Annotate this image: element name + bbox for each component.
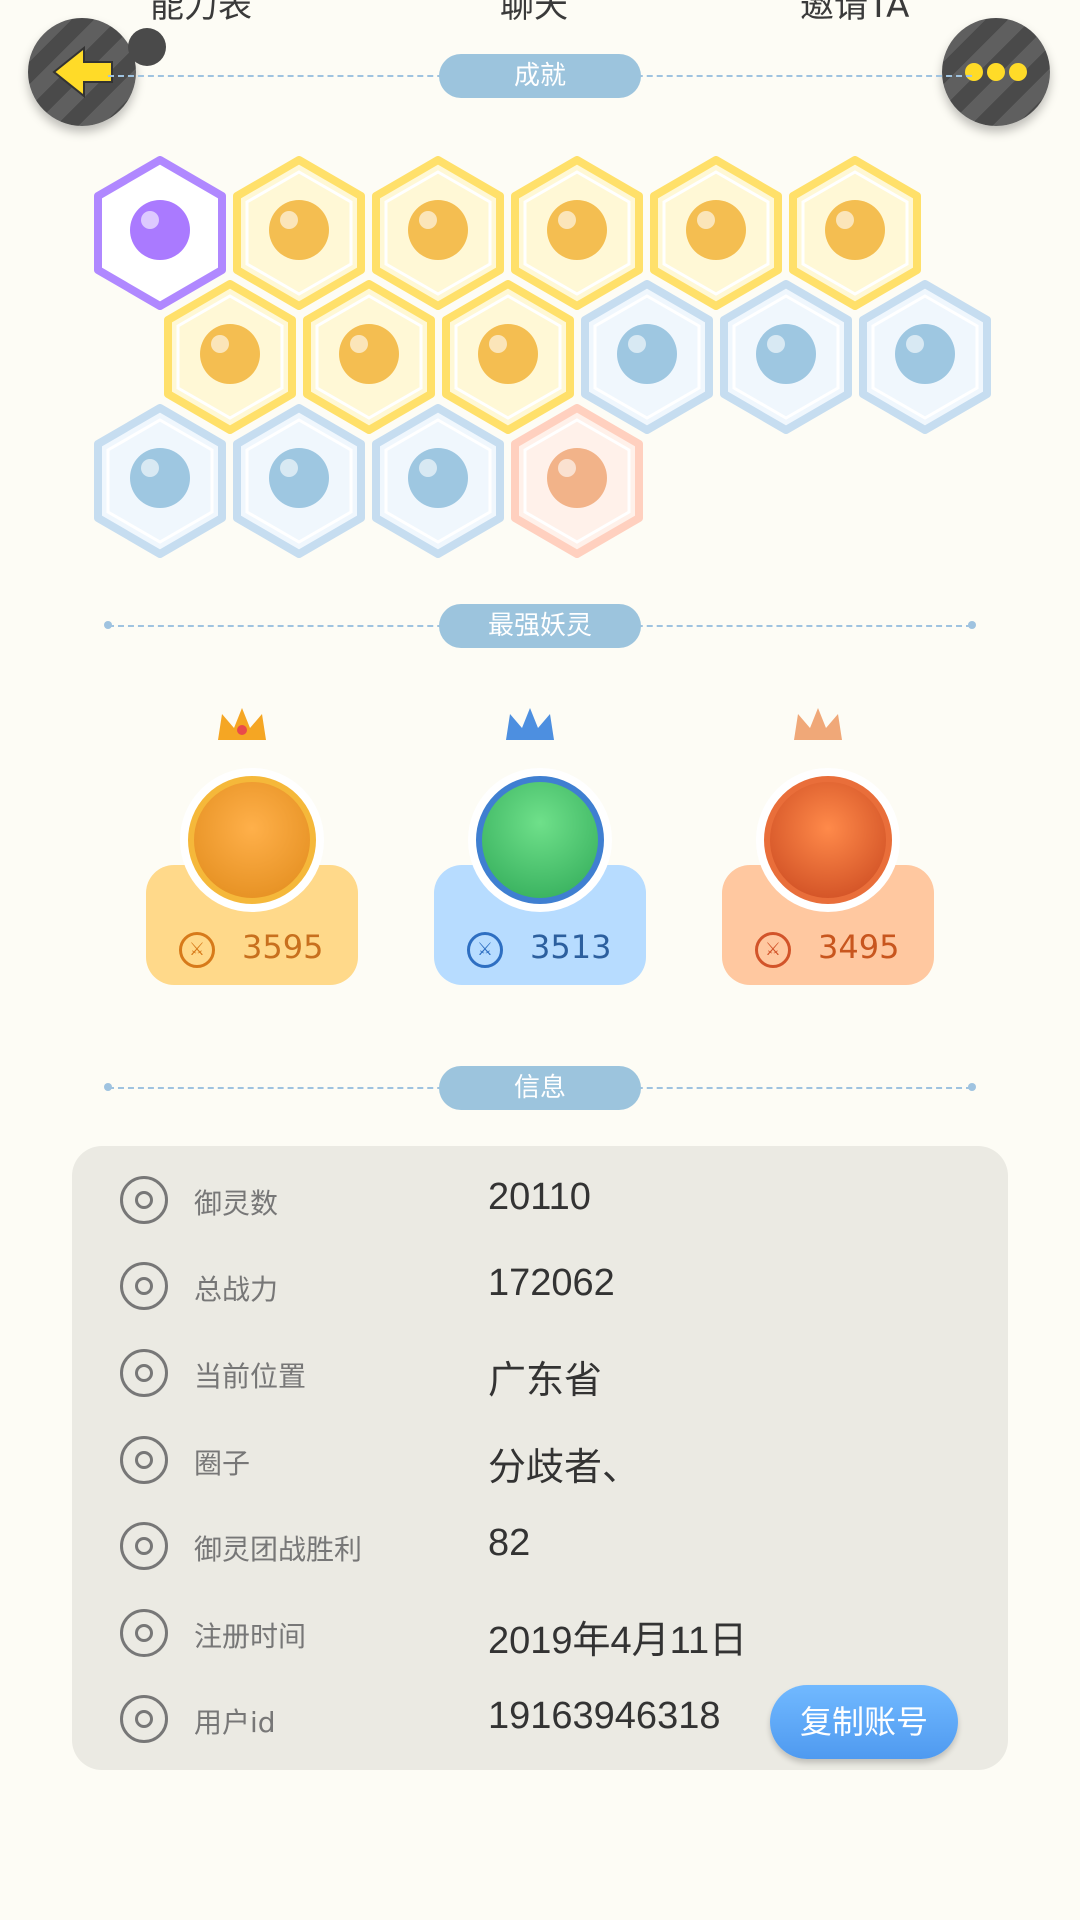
info-row-user-id: 用户id 19163946318 复制账号 <box>72 1679 1008 1759</box>
shield-badge-icon[interactable] <box>231 404 367 558</box>
info-row-register-time: 注册时间 2019年4月11日 <box>72 1593 1008 1673</box>
info-value[interactable]: 分歧者、 <box>488 1436 640 1491</box>
info-label: 御灵数 <box>194 1187 279 1220</box>
info-value: 82 <box>488 1522 531 1564</box>
crystal-badge-icon[interactable] <box>718 280 854 434</box>
circle-ring-icon <box>120 1436 168 1484</box>
tab-invite[interactable]: 邀请TA <box>800 0 909 27</box>
info-label: 御灵团战胜利 <box>194 1533 363 1566</box>
strongest-header: 最强妖灵 <box>104 604 976 648</box>
tab-chat[interactable]: 聊天 <box>500 0 568 27</box>
champion-card-3[interactable]: ⚔ 3495 <box>722 700 934 990</box>
info-value: 20110 <box>488 1176 591 1218</box>
divider-dot <box>968 621 976 629</box>
blue-crown-icon <box>506 708 554 740</box>
champion-card-2[interactable]: ⚔ 3513 <box>434 700 646 990</box>
green-hair-spirit-avatar-icon <box>476 776 604 904</box>
sword-icon: ⚔ <box>179 932 215 968</box>
achievements-header: 成就 <box>108 54 972 98</box>
info-label: 总战力 <box>194 1273 279 1306</box>
info-row-spirit-count: 御灵数 20110 <box>72 1160 1008 1240</box>
info-value: 广东省 <box>488 1360 603 1402</box>
champion-power: 3495 <box>818 928 900 966</box>
spirit-statue-badge-icon[interactable] <box>857 280 993 434</box>
cat-silhouette-badge-icon[interactable] <box>370 404 506 558</box>
info-label: 用户id <box>194 1706 276 1739</box>
champion-power: 3513 <box>530 928 612 966</box>
info-value: 2019年4月11日 <box>488 1620 748 1662</box>
info-value: 172062 <box>488 1262 615 1304</box>
cart-cat-badge-icon[interactable] <box>92 404 228 558</box>
info-row-total-power: 总战力 172062 <box>72 1246 1008 1326</box>
clock-icon <box>120 1609 168 1657</box>
info-value: 19163946318 <box>488 1695 721 1737</box>
sword-icon: ⚔ <box>755 932 791 968</box>
top-tab-bar: 能力表 聊天 邀请TA <box>0 0 1080 26</box>
info-label: 圈子 <box>194 1447 251 1480</box>
demon-statue-badge-icon[interactable] <box>509 404 645 558</box>
info-header: 信息 <box>104 1066 976 1110</box>
champion-avatar <box>756 768 900 912</box>
id-card-icon <box>120 1695 168 1743</box>
info-panel: 御灵数 20110 总战力 172062 当前位置 广东省 圈子 分歧者、 御灵… <box>72 1146 1008 1770</box>
victory-sword-icon <box>120 1522 168 1570</box>
gold-crown-icon <box>218 708 266 740</box>
spirit-count-icon <box>120 1176 168 1224</box>
divider-dot <box>104 621 112 629</box>
strongest-title: 最强妖灵 <box>439 604 641 648</box>
divider-dot <box>104 1083 112 1091</box>
spiky-spirit-avatar-icon <box>188 776 316 904</box>
info-label: 注册时间 <box>194 1620 307 1653</box>
copy-account-button[interactable]: 复制账号 <box>770 1685 958 1759</box>
champion-power: 3595 <box>242 928 324 966</box>
divider-dot <box>968 1083 976 1091</box>
champion-avatar <box>468 768 612 912</box>
info-label: 当前位置 <box>194 1360 307 1393</box>
achievements-title: 成就 <box>439 54 641 98</box>
champion-avatar <box>180 768 324 912</box>
sword-icon: ⚔ <box>467 932 503 968</box>
info-title: 信息 <box>439 1066 641 1110</box>
location-pin-icon <box>120 1349 168 1397</box>
champion-card-1[interactable]: ⚔ 3595 <box>146 700 358 990</box>
info-row-location: 当前位置 广东省 <box>72 1333 1008 1413</box>
orange-crown-icon <box>794 708 842 740</box>
sword-power-icon <box>120 1262 168 1310</box>
fire-demon-avatar-icon <box>764 776 892 904</box>
info-row-circle[interactable]: 圈子 分歧者、 <box>72 1420 1008 1500</box>
info-row-team-victories: 御灵团战胜利 82 <box>72 1506 1008 1586</box>
tab-ability[interactable]: 能力表 <box>150 0 252 27</box>
